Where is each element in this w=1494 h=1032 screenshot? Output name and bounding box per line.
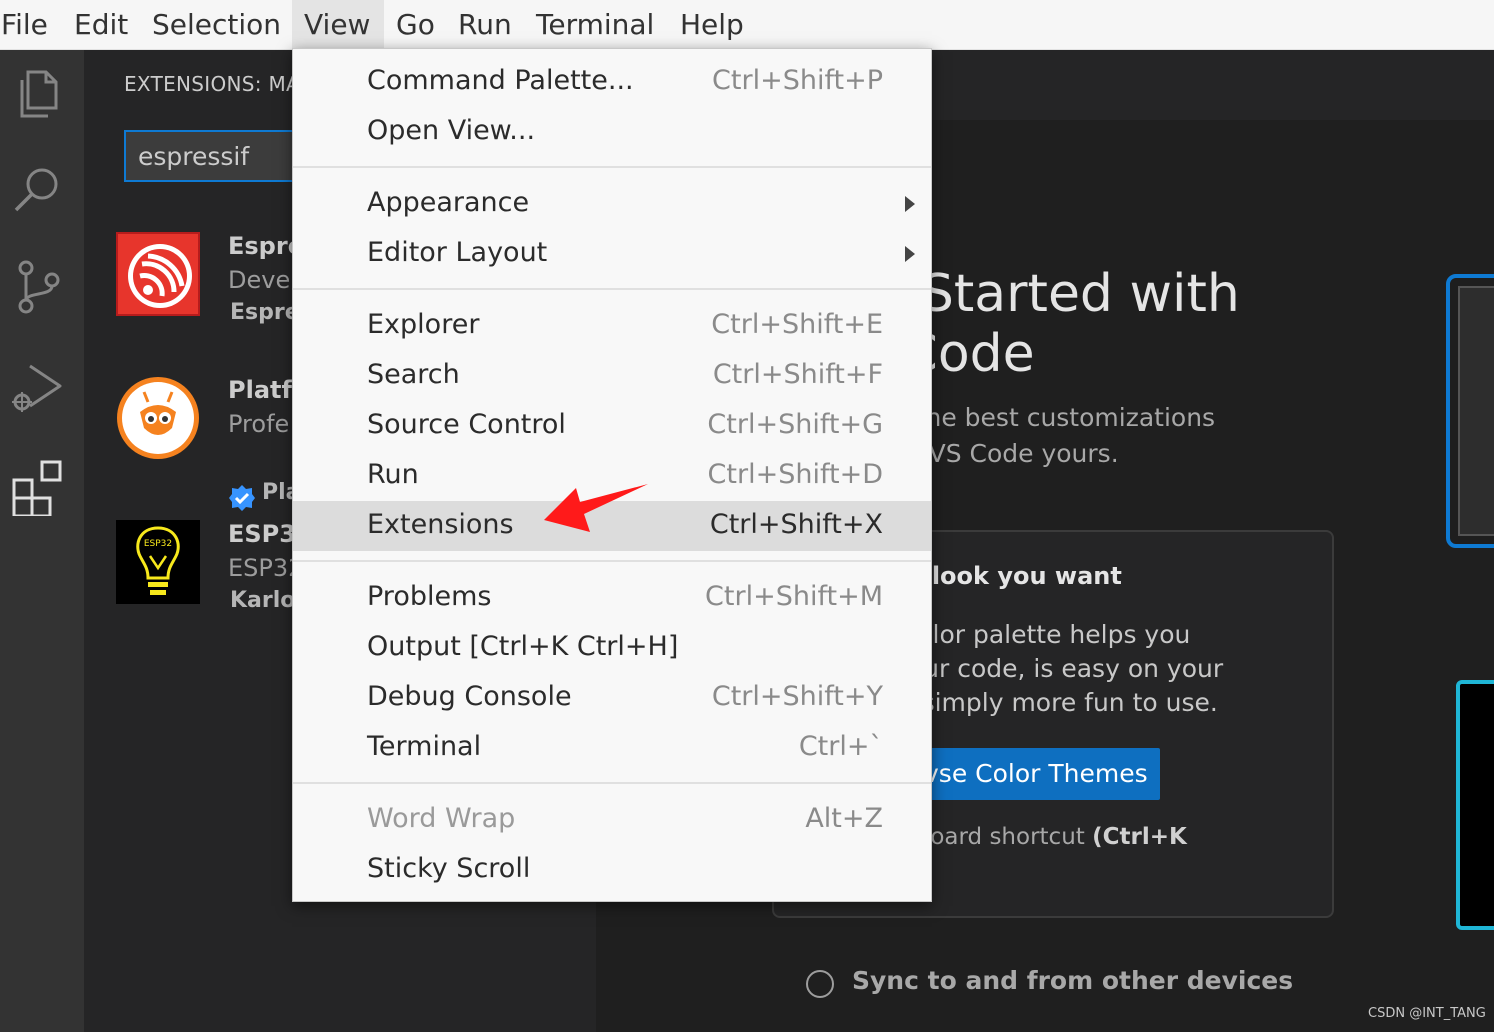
extension-publisher: Espre — [230, 300, 300, 325]
extension-publisher: Karlo — [230, 588, 296, 613]
menu-view[interactable]: View — [292, 0, 384, 50]
activity-search[interactable] — [0, 146, 84, 236]
activity-extensions[interactable] — [0, 442, 84, 532]
menu-item-problems[interactable]: Problems Ctrl+Shift+M — [293, 573, 931, 623]
search-icon — [14, 168, 58, 212]
menu-file[interactable]: File — [0, 0, 54, 50]
platformio-logo-icon — [116, 376, 200, 460]
red-arrow-annotation-icon — [544, 484, 648, 532]
theme-preview-image-2 — [1456, 680, 1494, 930]
extensions-icon — [12, 460, 62, 516]
verified-badge-icon — [229, 485, 255, 511]
submenu-arrow-icon — [905, 196, 915, 212]
view-menu-dropdown: Command Palette... Ctrl+Shift+P Open Vie… — [292, 48, 932, 902]
menu-item-command-palette[interactable]: Command Palette... Ctrl+Shift+P — [293, 57, 931, 107]
menu-separator — [293, 560, 931, 562]
menu-item-sticky-scroll[interactable]: Sticky Scroll — [293, 845, 931, 895]
menu-run[interactable]: Run — [452, 0, 518, 50]
step-checkbox-icon — [806, 970, 834, 998]
menu-item-terminal[interactable]: Terminal Ctrl+` — [293, 723, 931, 773]
menu-item-debug-console[interactable]: Debug Console Ctrl+Shift+Y — [293, 673, 931, 723]
menu-item-open-view[interactable]: Open View... — [293, 107, 931, 157]
run-debug-icon — [12, 364, 62, 412]
files-icon — [20, 70, 58, 118]
activity-bar — [0, 50, 84, 1032]
menu-separator — [293, 288, 931, 290]
menu-selection[interactable]: Selection — [146, 0, 287, 50]
menu-bar: File Edit Selection View Go Run Terminal… — [0, 0, 1494, 50]
activity-source-control[interactable] — [0, 242, 84, 332]
menu-go[interactable]: Go — [390, 0, 441, 50]
extension-name: ESP3 — [228, 520, 296, 548]
activity-run-debug[interactable] — [0, 342, 84, 432]
extension-name: Platf — [228, 376, 292, 404]
theme-preview-image — [1446, 274, 1494, 548]
menu-terminal[interactable]: Terminal — [530, 0, 660, 50]
esp32-bulb-logo-icon: ESP32 — [116, 520, 200, 604]
sidebar-title: EXTENSIONS: MA — [124, 72, 301, 96]
sync-step-label: Sync to and from other devices — [852, 966, 1294, 995]
menu-item-appearance[interactable]: Appearance — [293, 179, 931, 229]
submenu-arrow-icon — [905, 246, 915, 262]
menu-item-word-wrap[interactable]: Word Wrap Alt+Z — [293, 795, 931, 845]
menu-item-search[interactable]: Search Ctrl+Shift+F — [293, 351, 931, 401]
menu-separator — [293, 782, 931, 784]
menu-edit[interactable]: Edit — [68, 0, 134, 50]
extension-description: Devel — [228, 266, 297, 294]
menu-item-explorer[interactable]: Explorer Ctrl+Shift+E — [293, 301, 931, 351]
watermark: CSDN @INT_TANG — [1368, 1006, 1486, 1021]
menu-help[interactable]: Help — [674, 0, 750, 50]
extension-description: Profe — [228, 410, 290, 438]
menu-separator — [293, 166, 931, 168]
menu-item-editor-layout[interactable]: Editor Layout — [293, 229, 931, 279]
espressif-logo-icon — [116, 232, 200, 316]
source-control-icon — [18, 260, 60, 314]
activity-explorer[interactable] — [0, 50, 84, 140]
menu-item-source-control[interactable]: Source Control Ctrl+Shift+G — [293, 401, 931, 451]
svg-text:ESP32: ESP32 — [144, 539, 172, 549]
menu-item-output[interactable]: Output [Ctrl+K Ctrl+H] — [293, 623, 931, 673]
